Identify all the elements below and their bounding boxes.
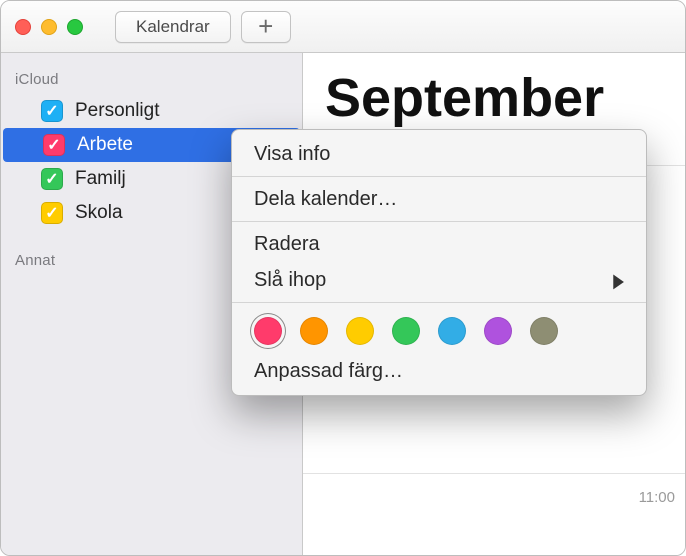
menu-label: Visa info (254, 143, 330, 166)
menu-custom-color[interactable]: Anpassad färg… (232, 353, 646, 389)
menu-share-calendar[interactable]: Dela kalender… (232, 181, 646, 217)
month-title: September (325, 67, 604, 129)
chevron-right-icon: ▶ (613, 268, 624, 292)
color-swatch-blue[interactable] (438, 317, 466, 345)
calendar-label: Familj (75, 168, 126, 190)
add-event-button[interactable]: + (241, 11, 291, 43)
menu-label: Dela kalender… (254, 188, 397, 211)
calendars-toggle-label: Kalendrar (136, 17, 210, 37)
calendar-label: Skola (75, 202, 123, 224)
titlebar: Kalendrar + (1, 1, 685, 53)
app-window: Kalendrar + iCloud ✓ Personligt ✓ Arbete… (0, 0, 686, 556)
calendar-checkbox[interactable]: ✓ (43, 134, 65, 156)
menu-merge[interactable]: Slå ihop ▶ (232, 262, 646, 298)
color-swatch-orange[interactable] (300, 317, 328, 345)
fullscreen-window-button[interactable] (67, 19, 83, 35)
window-controls (15, 19, 83, 35)
menu-label: Radera (254, 233, 320, 256)
calendar-item-personligt[interactable]: ✓ Personligt (1, 94, 302, 128)
color-swatch-green[interactable] (392, 317, 420, 345)
calendar-checkbox[interactable]: ✓ (41, 168, 63, 190)
grid-line (303, 473, 685, 474)
color-swatch-yellow[interactable] (346, 317, 374, 345)
color-swatch-row (232, 307, 646, 353)
close-window-button[interactable] (15, 19, 31, 35)
calendar-checkbox[interactable]: ✓ (41, 202, 63, 224)
calendar-label: Personligt (75, 100, 160, 122)
calendar-checkbox[interactable]: ✓ (41, 100, 63, 122)
menu-label: Anpassad färg… (254, 360, 403, 383)
calendar-label: Arbete (77, 134, 133, 156)
color-swatch-brown[interactable] (530, 317, 558, 345)
menu-show-info[interactable]: Visa info (232, 136, 646, 172)
plus-icon: + (258, 11, 273, 42)
menu-separator (232, 176, 646, 177)
calendars-toggle-button[interactable]: Kalendrar (115, 11, 231, 43)
menu-separator (232, 221, 646, 222)
color-swatch-purple[interactable] (484, 317, 512, 345)
color-swatch-red[interactable] (254, 317, 282, 345)
calendar-context-menu: Visa info Dela kalender… Radera Slå ihop… (231, 129, 647, 396)
menu-separator (232, 302, 646, 303)
time-label: 11:00 (639, 489, 675, 506)
menu-delete[interactable]: Radera (232, 226, 646, 262)
menu-label: Slå ihop (254, 269, 326, 292)
minimize-window-button[interactable] (41, 19, 57, 35)
sidebar-section-icloud: iCloud (1, 63, 302, 94)
